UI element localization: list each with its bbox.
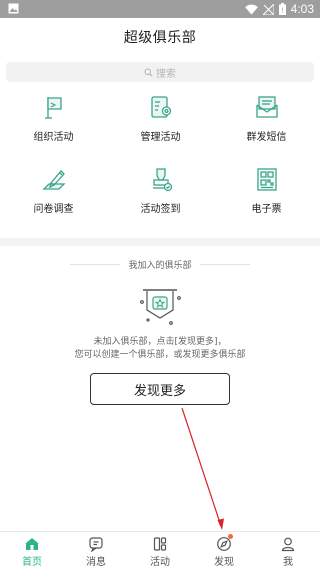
tab-discover[interactable]: 发现 [192,532,256,568]
checkin-stamp-icon [146,164,176,194]
feature-label: 问卷调查 [33,204,74,215]
svg-text:!: ! [281,7,284,15]
feature-label: 组织活动 [33,132,74,143]
search-icon [144,68,153,77]
user-icon [279,535,297,552]
feature-label: 管理活动 [140,132,181,143]
section-divider [0,238,320,246]
discover-more-button[interactable]: 发现更多 [90,373,230,405]
feature-label: 电子票 [251,204,282,215]
search-input[interactable]: 搜索 [6,62,314,82]
image-icon [8,3,19,14]
divider-line [199,264,250,265]
search-placeholder: 搜索 [156,68,176,80]
flag-icon [39,92,69,122]
activity-icon [151,535,169,552]
status-bar: ! 4:03 [0,0,320,18]
tab-label: 活动 [150,557,170,568]
tab-label: 消息 [86,557,106,568]
mail-icon [252,92,282,122]
feature-e-ticket[interactable]: 电子票 [213,164,320,215]
joined-clubs-section: 我加入的俱乐部 未加入俱乐部，点击[发现更多]， 您可以创建一个俱乐部，或发现更… [0,246,320,531]
empty-state-text: 未加入俱乐部，点击[发现更多]， 您可以创建一个俱乐部，或发现更多俱乐部 [0,336,320,362]
tab-label: 发现 [214,557,234,568]
clock: 4:03 [290,2,314,16]
feature-group-sms[interactable]: 群发短信 [213,92,320,143]
empty-state-line: 您可以创建一个俱乐部，或发现更多俱乐部 [74,350,246,360]
section-header: 我加入的俱乐部 [0,258,320,271]
home-icon [23,535,41,552]
feature-organize-activity[interactable]: 组织活动 [0,92,107,143]
badge-star-icon [140,289,181,325]
wifi-icon [244,4,258,14]
feature-label: 活动签到 [140,204,181,215]
tab-label: 我 [283,557,293,568]
qr-ticket-icon [252,164,282,194]
tab-me[interactable]: 我 [256,532,320,568]
divider-line [70,264,121,265]
app-header: 超级俱乐部 [0,18,320,56]
tab-label: 首页 [22,557,42,568]
feature-manage-activity[interactable]: 管理活动 [107,92,214,143]
notification-dot [228,534,233,539]
page-title: 超级俱乐部 [123,30,197,46]
signal-icon [262,3,274,15]
bottom-tab-bar: 首页 消息 活动 发现 我 [0,531,320,568]
feature-checkin[interactable]: 活动签到 [107,164,214,215]
tab-activities[interactable]: 活动 [128,532,192,568]
feature-survey[interactable]: 问卷调查 [0,164,107,215]
manage-settings-icon [146,92,176,122]
empty-state-line: 未加入俱乐部，点击[发现更多]， [93,337,227,347]
message-icon [87,535,105,552]
feature-label: 群发短信 [246,132,287,143]
battery-icon: ! [278,3,286,15]
tab-messages[interactable]: 消息 [64,532,128,568]
survey-pen-icon [39,164,69,194]
tab-home[interactable]: 首页 [0,532,64,568]
section-title: 我加入的俱乐部 [128,261,192,271]
